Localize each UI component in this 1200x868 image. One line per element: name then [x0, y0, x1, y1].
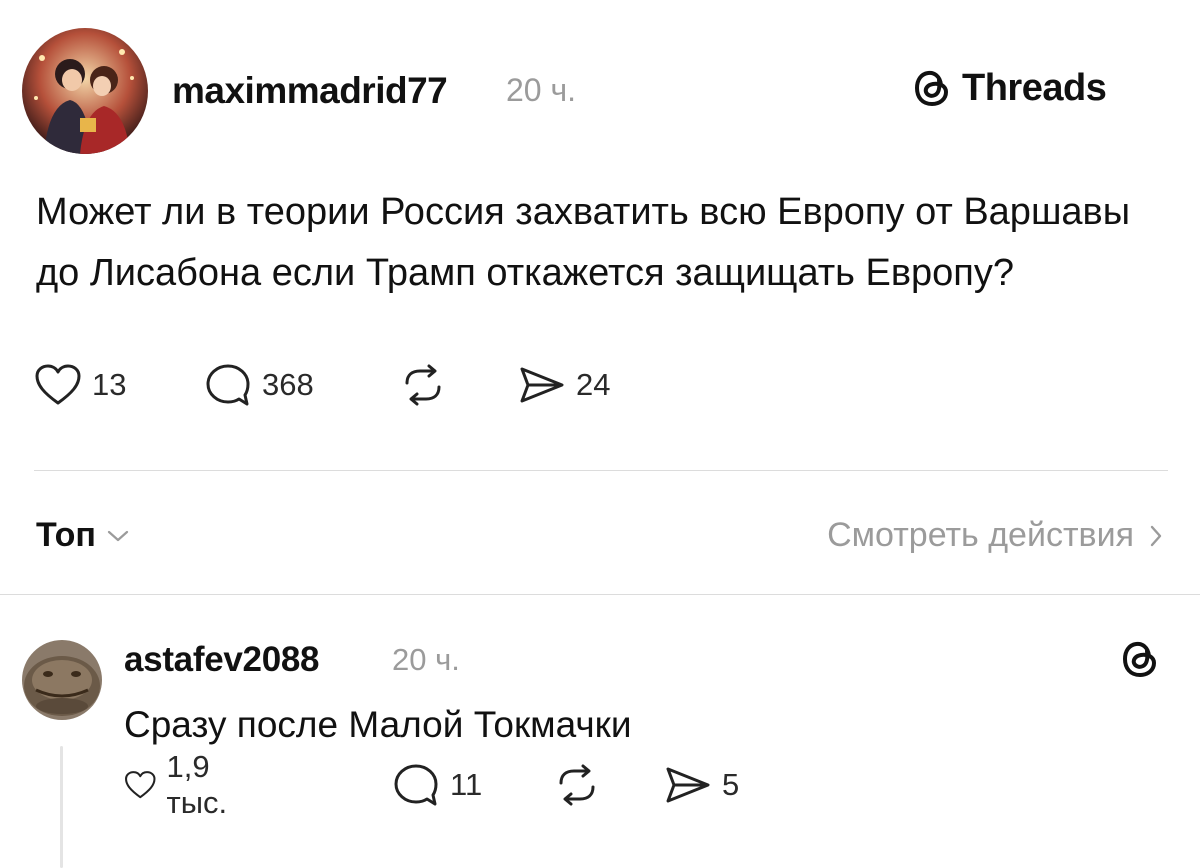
divider [34, 470, 1168, 471]
repost-icon [559, 764, 595, 806]
threads-logo-icon [1122, 641, 1157, 678]
comment-bubble-icon [394, 764, 438, 806]
post-timestamp: 20 ч. [506, 72, 577, 108]
sort-dropdown[interactable]: Топ [36, 516, 130, 555]
like-button[interactable]: 13 [34, 363, 126, 407]
avatar-couple-image [22, 28, 148, 154]
reply-button[interactable]: 368 [204, 362, 314, 408]
repost-button[interactable] [552, 763, 602, 807]
share-count: 5 [722, 767, 740, 802]
post-author-avatar[interactable] [22, 28, 148, 154]
reply-author-name[interactable]: astafev2088 [124, 640, 320, 680]
threads-badge [1120, 636, 1160, 687]
like-button[interactable]: 1,9 тыс. [124, 749, 243, 821]
repost-icon [405, 364, 441, 406]
reply-count: 11 [450, 767, 483, 802]
chevron-right-icon [1150, 525, 1162, 546]
reply-author-avatar[interactable] [22, 640, 102, 720]
repost-button[interactable] [398, 363, 448, 407]
post-text: Может ли в теории Россия захватить всю Е… [36, 191, 1131, 294]
threads-logo-icon [914, 70, 949, 107]
like-count: 13 [92, 367, 127, 402]
reply-text: Сразу после Малой Токмачки [124, 704, 632, 745]
post-author-name[interactable]: maximmadrid77 [172, 70, 448, 112]
reply-count: 368 [262, 367, 314, 402]
share-button[interactable]: 24 [518, 363, 610, 407]
like-count: 1,9 тыс. [166, 749, 228, 820]
reply-timestamp: 20 ч. [392, 642, 460, 677]
view-activity-label: Смотреть действия [827, 516, 1134, 554]
divider [0, 594, 1200, 595]
avatar-creature-image [22, 640, 102, 720]
reply-button[interactable]: 11 [392, 762, 482, 808]
threads-brand: Threads [912, 66, 1107, 110]
share-count: 24 [576, 367, 611, 402]
sort-label: Топ [36, 516, 96, 554]
chevron-down-icon [107, 530, 129, 541]
send-icon [666, 767, 710, 803]
heart-icon [35, 364, 81, 405]
thread-connector-line [60, 746, 63, 868]
share-button[interactable]: 5 [664, 763, 739, 807]
view-activity-link[interactable]: Смотреть действия [827, 516, 1164, 555]
heart-icon [125, 771, 156, 799]
threads-brand-label: Threads [962, 66, 1107, 109]
send-icon [520, 367, 564, 403]
comment-bubble-icon [206, 364, 250, 406]
